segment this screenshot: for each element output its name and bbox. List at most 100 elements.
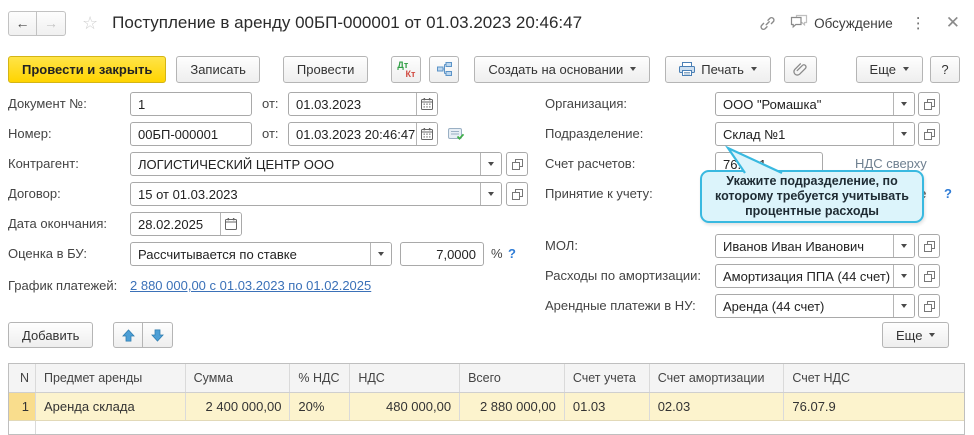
counterparty-field[interactable]: ЛОГИСТИЧЕСКИЙ ЦЕНТР ООО — [130, 152, 502, 176]
cell-total[interactable]: 2 880 000,00 — [460, 393, 565, 420]
chevron-down-icon — [901, 244, 907, 248]
datetime-field[interactable]: 01.03.2023 20:46:47 — [288, 122, 438, 146]
mol-open-button[interactable] — [918, 234, 940, 258]
dropdown-button[interactable] — [893, 93, 914, 115]
valuation-label: Оценка в БУ: — [8, 246, 87, 261]
column-header-amount[interactable]: Сумма — [186, 364, 291, 392]
back-button[interactable]: ← — [8, 10, 37, 36]
printer-icon — [679, 62, 696, 76]
forward-button[interactable]: → — [37, 10, 66, 36]
post-and-close-button[interactable]: Провести и закрыть — [8, 55, 167, 83]
counterparty-label: Контрагент: — [8, 156, 79, 171]
nav-buttons: ← → — [8, 10, 66, 36]
depreciation-field[interactable]: Амортизация ППА (44 счет) — [715, 264, 915, 288]
move-up-button[interactable] — [113, 322, 143, 348]
set-time-button[interactable] — [448, 122, 465, 146]
more-menu-icon[interactable]: ⋮ — [907, 14, 930, 32]
mol-field[interactable]: Иванов Иван Иванович — [715, 234, 915, 258]
column-header-account[interactable]: Счет учета — [565, 364, 650, 392]
cell-amount[interactable]: 2 400 000,00 — [186, 393, 291, 420]
cell-account[interactable]: 01.03 — [565, 393, 650, 420]
document-window: ← → ☆ Поступление в аренду 00БП-000001 о… — [0, 0, 974, 435]
rate-help-link[interactable]: ? — [508, 242, 516, 266]
calendar-button[interactable] — [220, 213, 241, 235]
valuation-select[interactable]: Рассчитывается по ставке — [130, 242, 392, 266]
create-based-on-button[interactable]: Создать на основании — [474, 55, 651, 83]
dropdown-button[interactable] — [893, 295, 914, 317]
move-down-button[interactable] — [143, 322, 173, 348]
print-button[interactable]: Печать — [665, 55, 771, 83]
add-row-button[interactable]: Добавить — [8, 322, 94, 348]
contract-open-button[interactable] — [506, 182, 528, 206]
contract-field[interactable]: 15 от 01.03.2023 — [130, 182, 502, 206]
cell-vat[interactable]: 480 000,00 — [350, 393, 461, 420]
column-header-total[interactable]: Всего — [460, 364, 565, 392]
end-date-label: Дата окончания: — [8, 216, 107, 231]
depreciation-open-button[interactable] — [918, 264, 940, 288]
chevron-down-icon — [903, 67, 909, 71]
table-row[interactable]: 1 Аренда склада 2 400 000,00 20% 480 000… — [9, 393, 964, 421]
document-structure-button[interactable] — [429, 55, 460, 83]
doc-date-field[interactable]: 01.03.2023 — [288, 92, 438, 116]
doc-date-from-label: от: — [262, 96, 279, 111]
open-windows-icon — [923, 270, 935, 282]
post-button[interactable]: Провести — [282, 55, 369, 83]
open-windows-icon — [511, 188, 523, 200]
column-header-depreciation-account[interactable]: Счет амортизации — [650, 364, 785, 392]
cell-vat-account[interactable]: 76.07.9 — [784, 393, 964, 420]
close-icon[interactable]: ✕ — [944, 13, 962, 33]
dropdown-button[interactable] — [480, 183, 501, 205]
open-windows-icon — [923, 128, 935, 140]
favorite-star-icon[interactable]: ☆ — [82, 14, 98, 32]
discussion-button[interactable]: Обсуждение — [790, 14, 893, 33]
arrow-right-icon: → — [44, 15, 58, 31]
calendar-button[interactable] — [416, 93, 437, 115]
chevron-down-icon — [750, 67, 757, 71]
cell-vat-rate[interactable]: 20% — [290, 393, 351, 420]
attachments-button[interactable] — [783, 55, 817, 83]
help-button[interactable]: ? — [930, 55, 960, 83]
header-actions: Обсуждение ⋮ ✕ — [759, 13, 962, 33]
organization-open-button[interactable] — [918, 92, 940, 116]
window-header: ← → ☆ Поступление в аренду 00БП-000001 о… — [0, 0, 974, 46]
lease-payments-open-button[interactable] — [918, 294, 940, 318]
cell-n[interactable]: 1 — [9, 393, 36, 420]
column-header-n[interactable]: N — [9, 364, 36, 392]
chevron-down-icon — [630, 67, 637, 71]
department-open-button[interactable] — [918, 122, 940, 146]
cell-subject[interactable]: Аренда склада — [36, 393, 186, 420]
dropdown-button[interactable] — [370, 243, 391, 265]
open-windows-icon — [923, 240, 935, 252]
organization-field[interactable]: ООО "Ромашка" — [715, 92, 915, 116]
end-date-field[interactable]: 28.02.2025 — [130, 212, 242, 236]
cell-depreciation-account[interactable]: 02.03 — [650, 393, 785, 420]
payment-schedule-link[interactable]: 2 880 000,00 с 01.03.2023 по 01.02.2025 — [130, 274, 371, 298]
column-header-vat[interactable]: НДС — [350, 364, 461, 392]
arrow-up-icon — [121, 328, 135, 341]
acceptance-help-link[interactable]: ? — [944, 182, 952, 206]
column-header-vat-rate[interactable]: % НДС — [290, 364, 351, 392]
dtkt-postings-button[interactable]: Дт Кт — [391, 55, 422, 83]
column-header-vat-account[interactable]: Счет НДС — [784, 364, 964, 392]
write-button[interactable]: Записать — [176, 55, 260, 83]
counterparty-open-button[interactable] — [506, 152, 528, 176]
rate-field[interactable]: 7,0000 — [400, 242, 484, 266]
chevron-down-icon — [901, 132, 907, 136]
chevron-down-icon — [901, 102, 907, 106]
dropdown-button[interactable] — [893, 235, 914, 257]
lease-payments-field[interactable]: Аренда (44 счет) — [715, 294, 915, 318]
column-header-subject[interactable]: Предмет аренды — [36, 364, 186, 392]
dropdown-button[interactable] — [480, 153, 501, 175]
open-windows-icon — [511, 158, 523, 170]
arrow-left-icon: ← — [15, 15, 30, 31]
calendar-button[interactable] — [416, 123, 437, 145]
copy-link-icon[interactable] — [759, 15, 776, 32]
toolbar-more-button[interactable]: Еще — [855, 55, 923, 83]
lease-payments-label: Арендные платежи в НУ: — [545, 298, 696, 313]
structure-icon — [436, 62, 452, 76]
number-field[interactable]: 00БП-000001 — [130, 122, 252, 146]
items-more-button[interactable]: Еще — [882, 322, 950, 348]
dropdown-button[interactable] — [893, 123, 914, 145]
dropdown-button[interactable] — [893, 265, 914, 287]
doc-no-field[interactable]: 1 — [130, 92, 252, 116]
